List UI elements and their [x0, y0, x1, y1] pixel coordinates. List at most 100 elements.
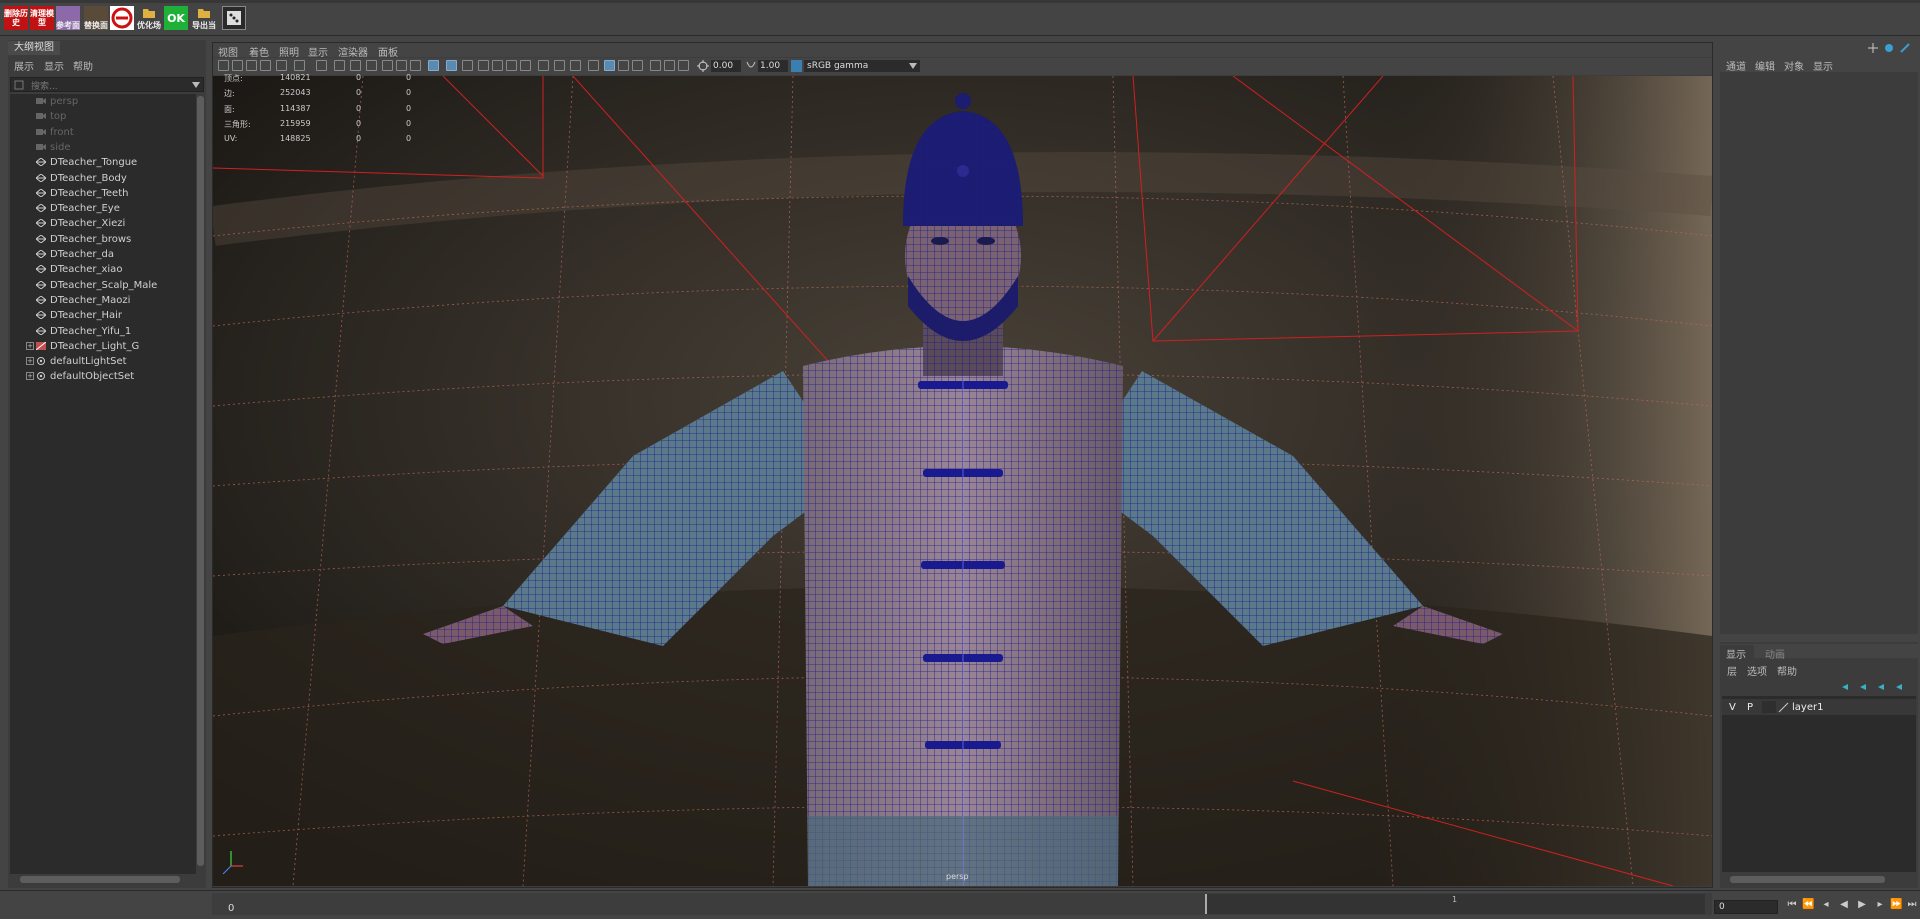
shelf-replace-button[interactable]: 替换面: [84, 6, 108, 30]
layer-menu-layers[interactable]: 层: [1727, 663, 1737, 678]
outliner-search-field[interactable]: 搜索...: [10, 77, 204, 92]
layer-hscroll-thumb[interactable]: [1730, 876, 1885, 883]
shelf-optimize-button[interactable]: 优化场: [137, 6, 161, 30]
outliner-item[interactable]: DTeacher_Hair: [36, 308, 122, 323]
outliner-item[interactable]: + defaultLightSet: [26, 354, 127, 369]
layer-color-swatch[interactable]: [1778, 702, 1790, 713]
outliner-item[interactable]: DTeacher_Eye: [36, 201, 120, 216]
tab-animation-layers[interactable]: 动画: [1765, 646, 1785, 661]
viewport-menu-renderer[interactable]: 渲染器: [338, 44, 368, 59]
layer-menu-options[interactable]: 选项: [1747, 663, 1767, 678]
isolate-icon[interactable]: [396, 60, 407, 71]
aa-icon[interactable]: [520, 60, 531, 71]
outliner-item[interactable]: DTeacher_Body: [36, 171, 127, 186]
current-frame-field[interactable]: 0: [1714, 900, 1778, 914]
expand-icon[interactable]: +: [26, 372, 34, 381]
step-back-frame-button[interactable]: ◂: [1820, 899, 1832, 911]
chevron-down-icon[interactable]: [192, 82, 200, 88]
play-forwards-button[interactable]: ▶: [1856, 899, 1868, 911]
wireframe-icon[interactable]: [410, 60, 421, 71]
step-forward-frame-button[interactable]: ▸: [1874, 899, 1886, 911]
gate-mask-icon[interactable]: [334, 60, 345, 71]
viewport-menu-panels[interactable]: 面板: [378, 44, 398, 59]
gamma-icon[interactable]: [745, 60, 757, 72]
film-gate-icon[interactable]: [294, 60, 305, 71]
field-chart-icon[interactable]: [350, 60, 361, 71]
channel-box-menu-display[interactable]: 显示: [1813, 58, 1833, 73]
select-icon[interactable]: [632, 60, 643, 71]
viewport-menu-shading[interactable]: 着色: [249, 44, 269, 59]
layer-name[interactable]: layer1: [1792, 702, 1823, 713]
outliner-hscroll-thumb[interactable]: [20, 876, 180, 883]
channel-box-menu-edit[interactable]: 编辑: [1755, 58, 1775, 73]
gamma-field[interactable]: 1.00: [758, 60, 788, 72]
attribute-editor-icon[interactable]: [1884, 43, 1894, 53]
viewport-menu-show[interactable]: 显示: [308, 44, 328, 59]
viewport-menu-view[interactable]: 视图: [218, 44, 238, 59]
xray-icon[interactable]: [554, 60, 565, 71]
outliner-item[interactable]: DTeacher_xiao: [36, 262, 122, 277]
expand-icon[interactable]: +: [26, 357, 34, 366]
select-camera-icon[interactable]: [218, 60, 229, 71]
outliner-item[interactable]: DTeacher_Scalp_Male: [36, 278, 157, 293]
isolate-select-icon[interactable]: [650, 60, 661, 71]
outliner-item[interactable]: DTeacher_da: [36, 247, 114, 262]
motion-blur-icon[interactable]: [506, 60, 517, 71]
ao-icon[interactable]: [492, 60, 503, 71]
resolution-gate-icon[interactable]: [316, 60, 327, 71]
textured-icon[interactable]: [446, 60, 457, 71]
viewport-menu-lighting[interactable]: 照明: [279, 44, 299, 59]
step-back-key-button[interactable]: ⏪: [1802, 899, 1814, 911]
go-to-start-button[interactable]: ⏮: [1786, 899, 1798, 911]
outliner-item[interactable]: DTeacher_Yifu_1: [36, 324, 131, 339]
shelf-dice-button[interactable]: [222, 6, 246, 30]
hud-icon[interactable]: [664, 60, 675, 71]
outliner-item[interactable]: front: [36, 125, 74, 140]
bookmark-icon[interactable]: [246, 60, 257, 71]
use-lights-icon[interactable]: [462, 60, 473, 71]
backface-icon[interactable]: [588, 60, 599, 71]
outliner-item[interactable]: persp: [36, 94, 78, 109]
outliner-menu-help[interactable]: 帮助: [73, 58, 93, 73]
grid-icon[interactable]: [276, 60, 287, 71]
colorspace-dropdown[interactable]: sRGB gamma: [804, 60, 920, 72]
camera-grid-icon[interactable]: [678, 60, 689, 71]
image-plane-icon[interactable]: [260, 60, 271, 71]
step-forward-key-button[interactable]: ⏩: [1890, 899, 1902, 911]
xray-joints-icon[interactable]: [570, 60, 581, 71]
go-to-end-button[interactable]: ⏭: [1906, 899, 1918, 911]
shelf-clean-model-button[interactable]: 清理模型: [30, 6, 54, 30]
search-options-icon[interactable]: [14, 80, 24, 90]
shadows-icon[interactable]: [478, 60, 489, 71]
outliner-item[interactable]: DTeacher_brows: [36, 232, 131, 247]
outliner-item[interactable]: DTeacher_Teeth: [36, 186, 128, 201]
smooth-shade-icon[interactable]: [428, 60, 439, 71]
layer-menu-help[interactable]: 帮助: [1777, 663, 1797, 678]
shelf-reference-button[interactable]: 参考面: [56, 6, 80, 30]
safe-title-icon[interactable]: [382, 60, 393, 71]
outliner-menu-show[interactable]: 显示: [44, 58, 64, 73]
wireframe-on-shaded-icon[interactable]: [604, 60, 615, 71]
shelf-forbid-button[interactable]: [110, 6, 134, 30]
outliner-item[interactable]: DTeacher_Tongue: [36, 155, 137, 170]
play-backwards-button[interactable]: ◀: [1838, 899, 1850, 911]
layer-type-toggle[interactable]: [1762, 701, 1776, 713]
shelf-delete-history-button[interactable]: 删除历史: [4, 6, 28, 30]
exposure-field[interactable]: 0.00: [711, 60, 741, 72]
shelf-export-button[interactable]: 导出当: [192, 6, 216, 30]
xray-active-icon[interactable]: [618, 60, 629, 71]
outliner-item[interactable]: + defaultObjectSet: [26, 369, 134, 384]
outliner-scroll-thumb[interactable]: [197, 96, 204, 866]
outliner-item[interactable]: top: [36, 109, 66, 124]
channel-box-icon[interactable]: [1868, 43, 1878, 53]
outliner-item[interactable]: DTeacher_Maozi: [36, 293, 130, 308]
outliner-item[interactable]: + DTeacher_Light_G: [26, 339, 139, 354]
dof-icon[interactable]: [538, 60, 549, 71]
color-management-toggle[interactable]: [791, 60, 802, 72]
safe-action-icon[interactable]: [366, 60, 377, 71]
3d-viewport[interactable]: [213, 76, 1712, 886]
outliner-item[interactable]: side: [36, 140, 71, 155]
channel-box-menu-object[interactable]: 对象: [1784, 58, 1804, 73]
shelf-ok-button[interactable]: OK: [164, 6, 188, 30]
outliner-tab[interactable]: 大纲视图: [8, 41, 60, 55]
